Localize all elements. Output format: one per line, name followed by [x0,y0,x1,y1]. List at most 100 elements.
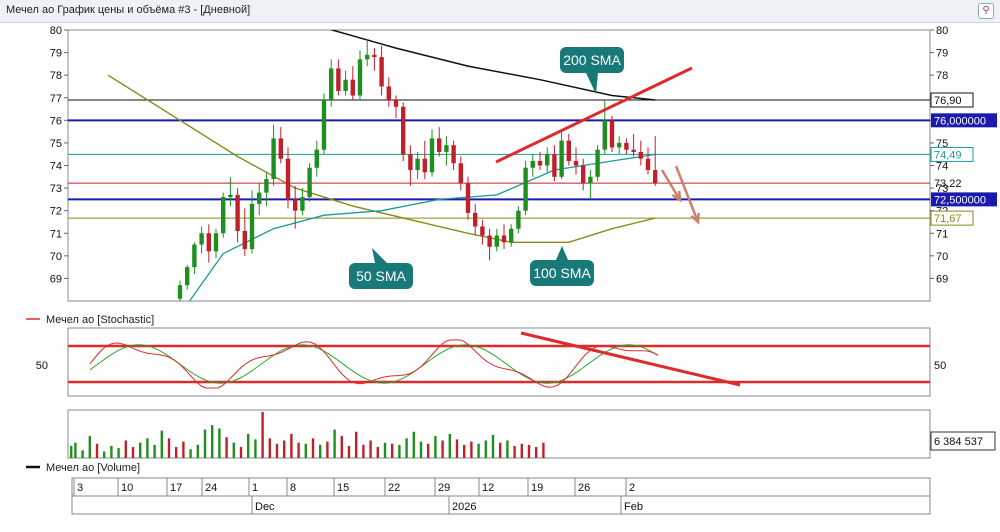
volume-bar [376,447,379,458]
time-day-label: 26 [578,482,590,494]
price-level-label: 76,90 [934,95,962,107]
candle-body [228,194,233,198]
stochastic-legend: Мечел ао [Stochastic] [46,314,154,326]
y-tick-left: 72 [50,206,62,218]
candle-body [487,235,492,247]
price-panel [67,29,931,302]
volume-bar [268,438,271,458]
time-day-label: 10 [121,482,133,494]
volume-bar [311,438,315,458]
stochastic-tick-right: 50 [934,360,946,372]
candle-body [516,210,521,229]
candle-body [343,79,348,91]
volume-bar [405,438,408,458]
y-tick-right: 74 [936,161,948,173]
volume-bar [398,444,401,458]
window-titlebar: Мечел ао График цены и объёма #3 - [Днев… [0,0,1000,23]
candle-body [177,285,183,299]
volume-bar [232,442,235,458]
candle-body [429,138,435,173]
volume-bar [520,443,523,458]
candle-body [213,233,219,252]
link-icon[interactable]: ⚲ [978,3,994,19]
candle-body [357,59,363,96]
volume-bar [175,447,178,458]
candle-body [249,203,255,250]
candle-body [321,100,327,150]
candle-body [480,226,485,236]
volume-bar [81,450,84,458]
volume-bar [218,428,221,458]
volume-bar [124,440,127,458]
y-tick-left: 70 [50,251,62,263]
volume-bar [196,444,199,458]
candle-body [350,79,355,96]
volume-bar [290,433,293,458]
volume-bar [182,441,185,458]
time-day-label: 1 [252,482,258,494]
volume-bar [391,443,394,458]
candle-body [473,212,478,227]
volume-bar [448,433,451,458]
candle-body [444,145,449,152]
time-day-label: 15 [337,482,349,494]
candle-body [624,142,629,150]
volume-bar [239,447,243,458]
candle-body [415,158,420,171]
candle-body [329,68,334,101]
volume-bar [304,443,307,458]
time-day-label: 12 [482,482,494,494]
candle-body [588,176,593,184]
candle-body [581,165,586,184]
candle-body [638,151,643,159]
volume-bar [506,440,509,458]
volume-last-value: 6 384 537 [934,436,983,448]
volume-bar [535,447,538,458]
chart-area: 6969707071717272737374747575767677777878… [26,25,997,515]
candle-body [192,244,197,268]
volume-bar [95,443,99,458]
volume-bar [383,442,387,458]
volume-bar [434,436,437,458]
candle-body [372,54,377,58]
volume-bar [427,443,430,458]
volume-bar [139,442,142,458]
volume-bar [326,441,329,458]
candle-body [235,194,240,231]
candle-body [458,163,463,184]
time-day-label: 17 [170,482,182,494]
price-level-label: 71,67 [934,213,962,225]
volume-bar [412,431,415,458]
candle-body [300,197,305,211]
volume-bar [319,444,322,458]
volume-bar [513,445,516,458]
volume-bar [362,444,365,458]
volume-bar [297,442,300,458]
candle-body [393,100,399,107]
y-tick-left: 75 [50,138,62,150]
candle-body [645,158,651,171]
candle-body [566,140,571,161]
candle-body [336,68,341,91]
time-day-label: 8 [290,482,296,494]
candle-body [307,167,312,198]
callout-label: 50 SMA [356,268,406,284]
y-tick-right: 71 [936,228,948,240]
volume-bar [225,437,228,458]
volume-bar [211,425,214,458]
volume-bar [527,444,531,458]
y-tick-left: 76 [50,115,62,127]
candle-body [278,138,283,159]
y-tick-left: 80 [50,25,62,37]
callout-label: 100 SMA [533,265,591,281]
time-day-label: 29 [438,482,450,494]
candle-body [631,149,636,152]
volume-bar [542,442,545,458]
candle-body [422,158,427,173]
volume-bar [88,436,91,458]
y-tick-right: 79 [936,48,948,60]
candle-body [221,197,226,234]
candle-body [602,120,607,150]
volume-bar [254,439,257,458]
volume-bar [333,429,336,458]
